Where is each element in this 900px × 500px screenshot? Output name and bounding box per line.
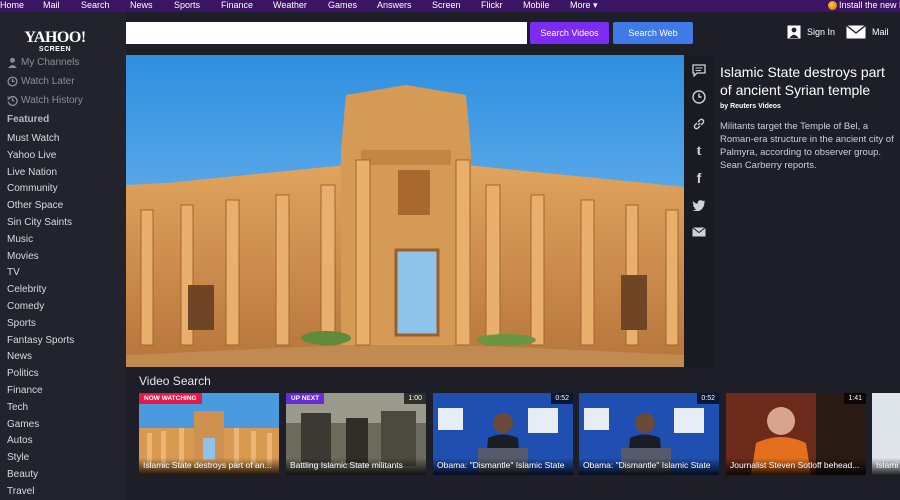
video-player[interactable] (126, 55, 684, 367)
topnav-answers[interactable]: Answers (377, 0, 412, 11)
topnav-search[interactable]: Search (81, 0, 110, 11)
thumbnail-caption: Journalist Steven Sotloff behead... (726, 458, 866, 475)
topnav-games[interactable]: Games (328, 0, 357, 11)
yahoo-screen-logo[interactable]: YAHOO! SCREEN (24, 29, 86, 54)
duration-label: 1:41 (844, 393, 866, 404)
topnav-weather[interactable]: Weather (273, 0, 307, 11)
thumbnail-caption: Obama: "Dismantle" Islamic State (433, 458, 573, 475)
sidebar-item-comedy[interactable]: Comedy (7, 301, 44, 312)
sidebar-item-label: My Channels (21, 57, 80, 68)
clock-icon[interactable] (691, 89, 707, 105)
sidebar-item-finance[interactable]: Finance (7, 385, 43, 396)
twitter-icon[interactable] (691, 197, 707, 213)
topnav-home[interactable]: Home (0, 0, 24, 11)
video-thumbnail[interactable]: NOW WATCHING Islamic State destroys part… (139, 393, 279, 475)
sidebar-item-tv[interactable]: TV (7, 267, 20, 278)
logo-yahoo-text: YAHOO! (24, 29, 86, 46)
sidebar-item-other-space[interactable]: Other Space (7, 200, 63, 211)
video-byline[interactable]: by Reuters Videos (720, 103, 900, 110)
topnav-mobile[interactable]: Mobile (523, 0, 550, 11)
mail-label: Mail (872, 27, 889, 37)
sidebar: YAHOO! SCREEN My Channels Watch Later Wa… (0, 12, 126, 500)
thumbnail-caption: Battling Islamic State militants (286, 458, 426, 475)
video-search-heading: Video Search (139, 374, 211, 388)
sidebar-item-sports[interactable]: Sports (7, 318, 36, 329)
sidebar-item-music[interactable]: Music (7, 234, 33, 245)
install-label: Install the new F (839, 0, 900, 10)
topnav-flickr[interactable]: Flickr (481, 0, 503, 11)
video-frame-image (126, 55, 684, 367)
up-next-badge: UP NEXT (286, 393, 325, 404)
video-thumbnail[interactable]: 1:41 Journalist Steven Sotloff behead... (726, 393, 866, 475)
topnav-screen[interactable]: Screen (432, 0, 461, 11)
search-web-button[interactable]: Search Web (613, 22, 693, 44)
sidebar-item-must-watch[interactable]: Must Watch (7, 133, 59, 144)
sidebar-item-label: Watch History (21, 95, 83, 106)
tumblr-icon[interactable]: t (691, 143, 707, 159)
firefox-icon (828, 0, 837, 10)
install-firefox-link[interactable]: Install the new F (828, 0, 900, 10)
sidebar-item-autos[interactable]: Autos (7, 435, 33, 446)
sidebar-item-sin-city-saints[interactable]: Sin City Saints (7, 217, 72, 228)
duration-label: 1:00 (404, 393, 426, 404)
duration-label: 0:52 (697, 393, 719, 404)
sidebar-item-yahoo-live[interactable]: Yahoo Live (7, 150, 56, 161)
chevron-down-icon: ▾ (593, 0, 598, 10)
sidebar-item-live-nation[interactable]: Live Nation (7, 167, 57, 178)
sidebar-item-tech[interactable]: Tech (7, 402, 28, 413)
topnav-more-label: More (570, 0, 591, 10)
sidebar-item-fantasy-sports[interactable]: Fantasy Sports (7, 335, 74, 346)
sidebar-item-politics[interactable]: Politics (7, 368, 39, 379)
facebook-icon[interactable]: f (691, 170, 707, 186)
sidebar-item-style[interactable]: Style (7, 452, 29, 463)
sidebar-item-celebrity[interactable]: Celebrity (7, 284, 46, 295)
sidebar-item-my-channels[interactable]: My Channels (7, 57, 79, 68)
featured-heading: Featured (7, 114, 50, 125)
search-videos-button[interactable]: Search Videos (530, 22, 609, 44)
user-icon (8, 57, 17, 68)
video-thumbnail[interactable]: UP NEXT 1:00 Battling Islamic State mili… (286, 393, 426, 475)
video-thumbnail[interactable]: 0:52 Obama: "Dismantle" Islamic State (579, 393, 719, 475)
sign-in-label: Sign In (807, 27, 836, 37)
now-watching-badge: NOW WATCHING (139, 393, 202, 404)
sidebar-item-news[interactable]: News (7, 351, 32, 362)
sidebar-item-community[interactable]: Community (7, 183, 58, 194)
envelope-icon (846, 25, 866, 39)
topnav-news[interactable]: News (130, 0, 153, 11)
email-icon[interactable] (691, 224, 707, 240)
video-info-panel: Islamic State destroys part of ancient S… (714, 55, 900, 367)
sidebar-item-watch-history[interactable]: Watch History (7, 95, 83, 106)
thumbnail-caption: Islami (872, 458, 900, 475)
sign-in-link[interactable]: Sign In (787, 25, 835, 39)
thumbnail-caption: Obama: "Dismantle" Islamic State (579, 458, 719, 475)
clock-icon (7, 76, 18, 87)
history-icon (7, 95, 18, 106)
duration-label: 0:52 (551, 393, 573, 404)
sidebar-item-watch-later[interactable]: Watch Later (7, 76, 75, 87)
sidebar-item-label: Watch Later (21, 76, 75, 87)
logo-screen-text: SCREEN (38, 46, 72, 53)
video-description: Militants target the Temple of Bel, a Ro… (720, 121, 894, 171)
sidebar-item-games[interactable]: Games (7, 419, 39, 430)
search-input[interactable] (126, 22, 527, 44)
comment-icon[interactable] (691, 62, 707, 78)
mail-link[interactable]: Mail (846, 25, 889, 39)
topnav-finance[interactable]: Finance (221, 0, 253, 11)
video-title: Islamic State destroys part of ancient S… (720, 64, 885, 98)
sidebar-item-travel[interactable]: Travel (7, 486, 34, 497)
topnav-more[interactable]: More ▾ (570, 0, 598, 11)
topnav-sports[interactable]: Sports (174, 0, 200, 11)
video-thumbnail[interactable]: Islami (872, 393, 900, 475)
sidebar-item-beauty[interactable]: Beauty (7, 469, 38, 480)
video-thumbnail[interactable]: 0:52 Obama: "Dismantle" Islamic State (433, 393, 573, 475)
topnav-mail[interactable]: Mail (43, 0, 60, 11)
link-icon[interactable] (691, 116, 707, 132)
share-toolbar: t f (684, 55, 714, 367)
top-navigation-bar: Home Mail Search News Sports Finance Wea… (0, 0, 900, 12)
user-icon (787, 25, 801, 39)
thumbnail-caption: Islamic State destroys part of an... (139, 458, 279, 475)
sidebar-item-movies[interactable]: Movies (7, 251, 39, 262)
